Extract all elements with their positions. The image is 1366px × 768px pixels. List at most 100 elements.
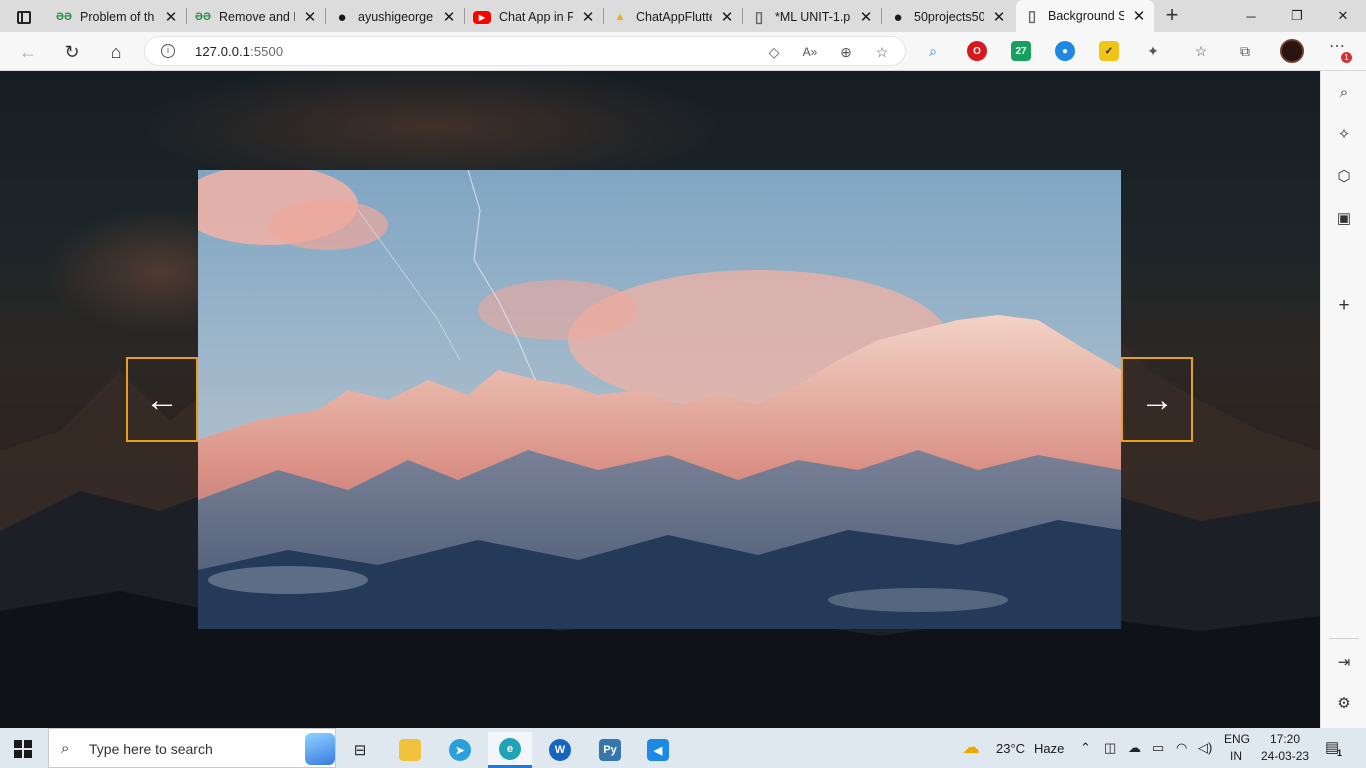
volume-icon[interactable]: ◁) (1198, 740, 1212, 756)
document-icon: ▯ (1027, 8, 1037, 25)
slide-image (198, 170, 1121, 629)
close-icon[interactable]: ✕ (1130, 7, 1148, 25)
close-icon[interactable]: ✕ (579, 8, 597, 26)
tab-problem[interactable]: ƏƏ Problem of th ✕ (48, 4, 186, 30)
tab-chatappflutter[interactable]: ▲ ChatAppFlutte ✕ (604, 4, 742, 30)
vscode-icon[interactable]: ◀ (636, 732, 680, 768)
weather-temp[interactable]: 23°C (996, 741, 1025, 756)
discover-icon[interactable]: ✧ (1333, 124, 1355, 146)
battery-icon[interactable]: ▭ (1152, 740, 1164, 756)
close-icon[interactable]: ✕ (990, 8, 1008, 26)
new-tab-button[interactable]: + (1160, 3, 1184, 27)
tab-youtube-chat-app[interactable]: ▶ Chat App in F ✕ (465, 4, 603, 30)
language-bottom[interactable]: IN (1230, 749, 1242, 763)
clock-date[interactable]: 24-03-23 (1261, 749, 1309, 763)
tab-title: ChatAppFlutte (636, 10, 712, 24)
tab-title: 50projects50d (914, 10, 984, 24)
close-icon[interactable]: ✕ (718, 8, 736, 26)
close-window-button[interactable]: ✕ (1320, 0, 1366, 32)
screen-recorder-extension-icon[interactable]: ● (1055, 41, 1075, 61)
tab-background-slider[interactable]: ▯ Background S ✕ (1016, 0, 1154, 32)
close-icon[interactable]: ✕ (857, 8, 875, 26)
tab-remove-and[interactable]: ƏƏ Remove and R ✕ (187, 4, 325, 30)
office-icon[interactable]: ⬡ (1333, 166, 1355, 188)
previous-slide-button[interactable]: ← (126, 357, 198, 442)
github-icon: ● (337, 8, 347, 26)
norton-extension-icon[interactable]: ✓ (1099, 41, 1119, 61)
search-icon: ⌕ (61, 740, 70, 757)
edge-browser-icon[interactable]: e (488, 732, 532, 768)
search-placeholder: Type here to search (89, 741, 213, 757)
meet-now-icon[interactable]: ◫ (1104, 740, 1116, 756)
read-aloud-icon[interactable]: A» (801, 43, 819, 61)
collections-icon[interactable]: ⧉ (1236, 42, 1254, 60)
back-button[interactable]: ← (15, 39, 41, 65)
add-sidebar-app-icon[interactable]: + (1333, 295, 1355, 317)
page-viewport: ← → (0, 71, 1320, 728)
address-bar[interactable]: i 127.0.0.1:5500 ◇ A» ⊕ ☆ (144, 36, 906, 66)
youtube-icon: ▶ (473, 10, 491, 24)
tab-title: ayushigeorge (358, 10, 434, 24)
document-icon: ▯ (754, 9, 764, 26)
favorites-icon[interactable]: ☆ (1192, 42, 1210, 60)
home-button[interactable]: ⌂ (103, 39, 129, 65)
extensions-icon[interactable]: ✦ (1144, 42, 1162, 60)
minimize-button[interactable]: ─ (1228, 0, 1274, 32)
calendar-extension-icon[interactable]: 27 (1011, 41, 1031, 61)
language-top[interactable]: ENG (1224, 732, 1250, 746)
outlook-icon[interactable]: ▣ (1333, 208, 1355, 230)
onedrive-icon[interactable]: ☁ (1128, 740, 1141, 756)
search-icon[interactable]: ⌕ (924, 42, 942, 60)
task-view-icon[interactable]: ⊟ (338, 732, 382, 768)
windows-start-icon[interactable] (14, 740, 32, 758)
taskbar-search-box[interactable]: ⌕ Type here to search (48, 728, 336, 768)
url-text[interactable]: 127.0.0.1:5500 (195, 44, 283, 59)
tab-title: Background S (1048, 9, 1124, 23)
telegram-icon[interactable]: ➤ (438, 732, 482, 768)
arrow-left-icon: ← (145, 380, 179, 419)
chevron-up-icon[interactable]: ⌃ (1080, 740, 1091, 756)
gfg-icon: ƏƏ (195, 11, 211, 23)
tab-title: Chat App in F (499, 10, 573, 24)
firebase-icon: ▲ (614, 11, 626, 23)
clock-time[interactable]: 17:20 (1270, 732, 1300, 746)
tab-github-ayushigeorge[interactable]: ● ayushigeorge ✕ (326, 4, 464, 30)
hide-sidebar-icon[interactable]: ⇥ (1333, 652, 1355, 674)
settings-gear-icon[interactable]: ⚙ (1333, 693, 1355, 715)
tab-title: Remove and R (219, 10, 295, 24)
tag-icon[interactable]: ◇ (765, 43, 783, 61)
tab-ml-unit[interactable]: ▯ *ML UNIT-1.p ✕ (743, 4, 881, 30)
whiteboard-icon[interactable]: W (538, 732, 582, 768)
tab-title: Problem of th (80, 10, 155, 24)
tab-actions-menu-icon[interactable] (8, 6, 40, 28)
site-info-icon[interactable]: i (161, 44, 175, 58)
github-icon: ● (893, 8, 903, 26)
restore-button[interactable]: ❐ (1274, 0, 1320, 32)
file-explorer-icon[interactable] (388, 732, 432, 768)
tab-title: *ML UNIT-1.p (775, 10, 851, 24)
opera-extension-icon[interactable]: O (967, 41, 987, 61)
close-icon[interactable]: ✕ (440, 8, 458, 26)
notification-badge: 1 (1341, 52, 1352, 63)
address-bar-row: ← ↻ ⌂ i 127.0.0.1:5500 ◇ A» ⊕ ☆ ⌕ O 27 ●… (0, 32, 1366, 71)
add-favorite-icon[interactable]: ☆ (873, 43, 891, 61)
wifi-icon[interactable]: ◠ (1176, 740, 1187, 756)
search-icon[interactable]: ⌕ (1333, 82, 1355, 104)
profile-avatar[interactable] (1280, 39, 1304, 63)
search-highlight-icon (305, 733, 335, 765)
tab-github-50projects[interactable]: ● 50projects50d ✕ (882, 4, 1014, 30)
zoom-icon[interactable]: ⊕ (837, 43, 855, 61)
windows-taskbar: ⌕ Type here to search ⊟ ➤ e W Py ◀ ☁ 23°… (0, 728, 1366, 768)
arrow-right-icon: → (1140, 380, 1174, 419)
edge-sidebar: ⌕ ✧ ⬡ ▣ + ⇥ ⚙ (1320, 71, 1366, 728)
python-icon[interactable]: Py (588, 732, 632, 768)
weather-desc[interactable]: Haze (1034, 741, 1064, 756)
weather-icon[interactable]: ☁ (962, 737, 980, 758)
next-slide-button[interactable]: → (1121, 357, 1193, 442)
notification-count: 1 (1337, 748, 1343, 758)
tab-strip: ƏƏ Problem of th ✕ ƏƏ Remove and R ✕ ● a… (0, 0, 1366, 32)
gfg-icon: ƏƏ (56, 11, 72, 23)
close-icon[interactable]: ✕ (301, 8, 319, 26)
close-icon[interactable]: ✕ (162, 8, 180, 26)
refresh-button[interactable]: ↻ (59, 39, 85, 65)
